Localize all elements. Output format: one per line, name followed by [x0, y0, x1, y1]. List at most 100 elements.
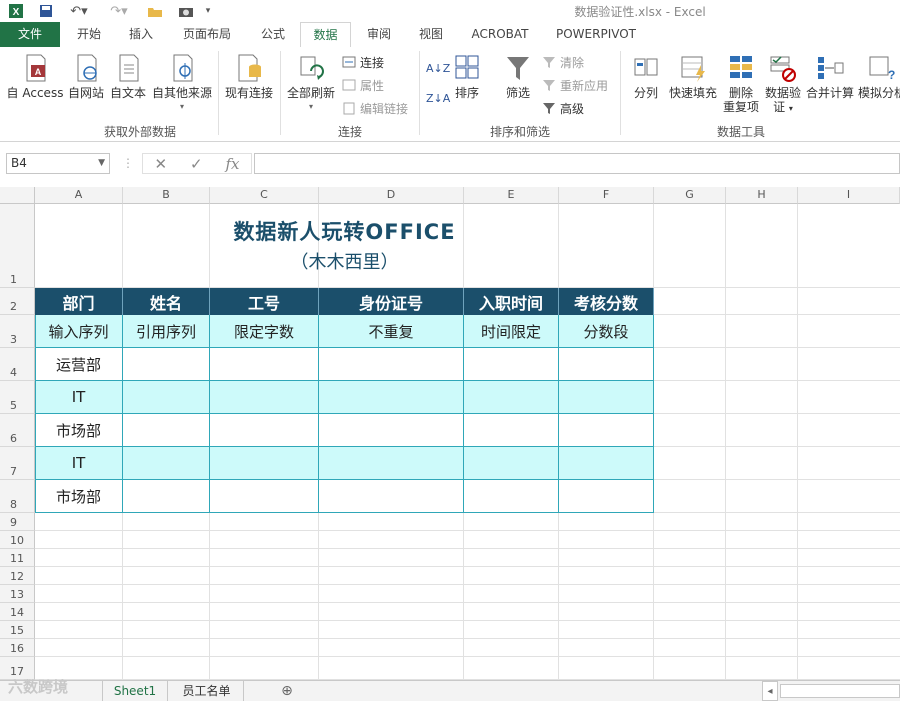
tab-powerpivot[interactable]: POWERPIVOT: [546, 22, 646, 47]
header-cell[interactable]: 考核分数: [559, 288, 654, 315]
data-cell[interactable]: [559, 414, 654, 447]
horizontal-scrollbar[interactable]: [780, 684, 900, 698]
data-cell[interactable]: [319, 414, 464, 447]
sort-descending-button[interactable]: Z↓A: [426, 89, 450, 107]
row-header-11[interactable]: 11: [0, 549, 35, 567]
sheet-tab-sheet1[interactable]: Sheet1: [102, 681, 168, 701]
header-cell[interactable]: 姓名: [123, 288, 210, 315]
rule-cell[interactable]: 分数段: [559, 315, 654, 348]
from-other-sources-button[interactable]: 自其他来源 ▾: [150, 53, 214, 114]
sort-button[interactable]: 排序: [450, 53, 484, 100]
filter-button[interactable]: 筛选: [498, 53, 538, 100]
name-box[interactable]: B4 ▼: [6, 153, 110, 174]
column-header-d[interactable]: D: [319, 187, 464, 204]
row-header-6[interactable]: 6: [0, 414, 35, 447]
what-if-analysis-button[interactable]: ? 模拟分析: [856, 53, 900, 100]
data-cell[interactable]: [559, 447, 654, 480]
tab-view[interactable]: 视图: [408, 22, 454, 47]
department-cell[interactable]: 市场部: [35, 480, 123, 513]
column-header-e[interactable]: E: [464, 187, 559, 204]
formula-input[interactable]: [254, 153, 900, 174]
undo-icon[interactable]: ↶▾: [64, 1, 94, 21]
data-cell[interactable]: [123, 348, 210, 381]
sort-ascending-button[interactable]: A↓Z: [426, 59, 450, 77]
row-header-2[interactable]: 2: [0, 288, 35, 315]
tab-data[interactable]: 数据: [300, 22, 351, 48]
sheet-tab-employees[interactable]: 员工名单: [170, 681, 244, 701]
tab-file[interactable]: 文件: [0, 22, 60, 47]
row-header-16[interactable]: 16: [0, 639, 35, 657]
from-access-button[interactable]: A 自 Access: [4, 53, 66, 100]
data-validation-button[interactable]: 数据验 证 ▾: [762, 53, 804, 116]
rule-cell[interactable]: 引用序列: [123, 315, 210, 348]
camera-icon[interactable]: [174, 1, 198, 21]
department-cell[interactable]: 运营部: [35, 348, 123, 381]
redo-icon[interactable]: ↷▾: [104, 1, 134, 21]
row-header-15[interactable]: 15: [0, 621, 35, 639]
column-header-f[interactable]: F: [559, 187, 654, 204]
connections-button[interactable]: 连接: [342, 53, 384, 71]
cancel-icon[interactable]: ✕: [154, 155, 167, 173]
tab-formulas[interactable]: 公式: [250, 22, 296, 47]
tab-home[interactable]: 开始: [66, 22, 112, 47]
column-header-c[interactable]: C: [210, 187, 319, 204]
data-cell[interactable]: [210, 414, 319, 447]
row-header-9[interactable]: 9: [0, 513, 35, 531]
data-cell[interactable]: [464, 348, 559, 381]
tab-insert[interactable]: 插入: [118, 22, 164, 47]
data-cell[interactable]: [559, 480, 654, 513]
header-cell[interactable]: 工号: [210, 288, 319, 315]
reapply-button[interactable]: 重新应用: [542, 76, 608, 94]
row-header-3[interactable]: 3: [0, 315, 35, 348]
row-header-13[interactable]: 13: [0, 585, 35, 603]
department-cell[interactable]: IT: [35, 381, 123, 414]
add-sheet-icon[interactable]: ⊕: [276, 681, 298, 701]
from-web-button[interactable]: 自网站: [66, 53, 106, 100]
column-header-a[interactable]: A: [35, 187, 123, 204]
data-cell[interactable]: [210, 447, 319, 480]
scroll-left-icon[interactable]: ◂: [762, 681, 778, 701]
row-header-14[interactable]: 14: [0, 603, 35, 621]
data-cell[interactable]: [464, 480, 559, 513]
data-cell[interactable]: [210, 381, 319, 414]
data-cell[interactable]: [319, 381, 464, 414]
rule-cell[interactable]: 不重复: [319, 315, 464, 348]
insert-function-icon[interactable]: fx: [226, 155, 240, 173]
clear-filter-button[interactable]: 清除: [542, 53, 584, 71]
tab-acrobat[interactable]: ACROBAT: [462, 22, 538, 47]
column-header-i[interactable]: I: [798, 187, 900, 204]
data-cell[interactable]: [123, 381, 210, 414]
data-cell[interactable]: [123, 414, 210, 447]
customize-qat-icon[interactable]: ▾: [202, 1, 214, 21]
data-cell[interactable]: [210, 348, 319, 381]
tab-review[interactable]: 审阅: [356, 22, 402, 47]
data-cell[interactable]: [464, 414, 559, 447]
row-header-1[interactable]: 1: [0, 204, 35, 288]
remove-duplicates-button[interactable]: 删除 重复项: [720, 53, 762, 114]
folder-icon[interactable]: [144, 1, 166, 21]
rule-cell[interactable]: 限定字数: [210, 315, 319, 348]
enter-check-icon[interactable]: ✓: [190, 155, 203, 173]
row-header-12[interactable]: 12: [0, 567, 35, 585]
save-icon[interactable]: [36, 1, 56, 21]
row-header-8[interactable]: 8: [0, 480, 35, 513]
row-header-5[interactable]: 5: [0, 381, 35, 414]
edit-links-button[interactable]: 编辑链接: [342, 99, 408, 117]
data-cell[interactable]: [559, 348, 654, 381]
consolidate-button[interactable]: 合并计算: [804, 53, 856, 100]
chevron-down-icon[interactable]: ▼: [98, 154, 105, 173]
header-cell[interactable]: 部门: [35, 288, 123, 315]
header-cell[interactable]: 入职时间: [464, 288, 559, 315]
existing-connections-button[interactable]: 现有连接: [222, 53, 276, 100]
data-cell[interactable]: [319, 447, 464, 480]
column-header-b[interactable]: B: [123, 187, 210, 204]
department-cell[interactable]: 市场部: [35, 414, 123, 447]
data-cell[interactable]: [123, 447, 210, 480]
data-cell[interactable]: [464, 447, 559, 480]
data-cell[interactable]: [210, 480, 319, 513]
data-cell[interactable]: [559, 381, 654, 414]
header-cell[interactable]: 身份证号: [319, 288, 464, 315]
text-to-columns-button[interactable]: 分列: [626, 53, 666, 100]
column-header-h[interactable]: H: [726, 187, 798, 204]
row-header-10[interactable]: 10: [0, 531, 35, 549]
